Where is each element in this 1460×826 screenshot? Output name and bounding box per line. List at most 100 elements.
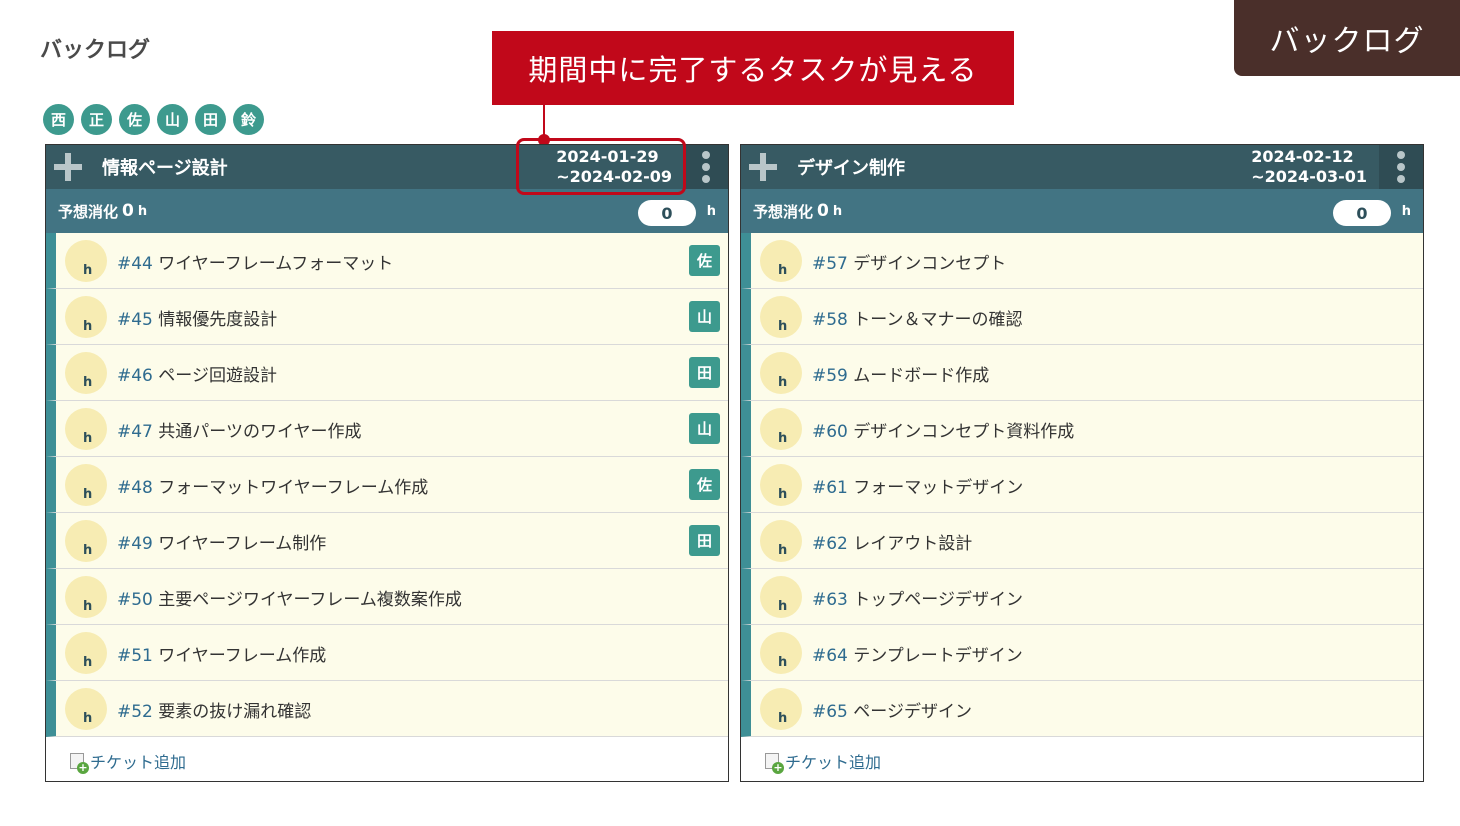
estimate-unit: h (832, 203, 843, 219)
ticket-row[interactable]: h #63 トップページデザイン (741, 569, 1423, 625)
hours-label: h (83, 431, 93, 446)
ticket-assignee[interactable]: 田 (689, 525, 720, 556)
hours-label: h (778, 487, 788, 502)
estimate-bar: 予想消化 0 h 0 h (46, 189, 728, 233)
ticket-id[interactable]: #57 (812, 254, 848, 274)
ticket-title: テンプレートデザイン (853, 646, 1023, 666)
ticket-row[interactable]: h #65 ページデザイン (741, 681, 1423, 737)
ticket-id[interactable]: #49 (117, 534, 153, 554)
ticket-row[interactable]: h #45 情報優先度設計 山 (46, 289, 728, 345)
ticket-row[interactable]: h #50 主要ページワイヤーフレーム複数案作成 (46, 569, 728, 625)
ticket-row[interactable]: h #58 トーン＆マナーの確認 (741, 289, 1423, 345)
estimate-value: 0 (122, 201, 134, 221)
vertical-dots-icon (1397, 151, 1405, 159)
ticket-id[interactable]: #48 (117, 478, 153, 498)
sprint-name[interactable]: 情報ページ設計 (102, 154, 556, 180)
hours-label: h (778, 711, 788, 726)
hours-label: h (778, 375, 788, 390)
estimate-input[interactable]: 0 (638, 200, 696, 226)
sprint-menu-button[interactable] (684, 145, 728, 189)
ticket-id[interactable]: #46 (117, 366, 153, 386)
add-ticket-link[interactable]: チケット追加 (741, 737, 1423, 785)
page-title: バックログ (40, 38, 151, 63)
hours-label: h (778, 431, 788, 446)
ticket-assignee[interactable]: 佐 (689, 245, 720, 276)
ticket-row[interactable]: h #57 デザインコンセプト (741, 233, 1423, 289)
ticket-title: ムードボード作成 (853, 366, 990, 386)
ticket-id[interactable]: #60 (812, 422, 848, 442)
ticket-row[interactable]: h #61 フォーマットデザイン (741, 457, 1423, 513)
document-add-icon (765, 753, 784, 774)
hours-label: h (83, 711, 93, 726)
date-highlight-frame (516, 138, 686, 195)
vertical-dots-icon (702, 151, 710, 159)
hours-label: h (778, 319, 788, 334)
ticket-id[interactable]: #61 (812, 478, 848, 498)
ticket-assignee[interactable]: 山 (689, 301, 720, 332)
ticket-row[interactable]: h #44 ワイヤーフレームフォーマット 佐 (46, 233, 728, 289)
ticket-id[interactable]: #58 (812, 310, 848, 330)
ticket-row[interactable]: h #52 要素の抜け漏れ確認 (46, 681, 728, 737)
ticket-row[interactable]: h #64 テンプレートデザイン (741, 625, 1423, 681)
ticket-title: 主要ページワイヤーフレーム複数案作成 (158, 590, 462, 610)
ticket-row[interactable]: h #51 ワイヤーフレーム作成 (46, 625, 728, 681)
corner-badge: バックログ (1234, 0, 1460, 76)
ticket-title: ワイヤーフレームフォーマット (158, 254, 394, 274)
ticket-id[interactable]: #44 (117, 254, 153, 274)
ticket-title: 要素の抜け漏れ確認 (158, 702, 312, 722)
ticket-id[interactable]: #64 (812, 646, 848, 666)
member-avatar[interactable]: 西 (43, 104, 74, 135)
ticket-row[interactable]: h #62 レイアウト設計 (741, 513, 1423, 569)
ticket-title: 情報優先度設計 (158, 310, 278, 330)
sprint-name[interactable]: デザイン制作 (797, 154, 1251, 180)
add-ticket-link[interactable]: チケット追加 (46, 737, 728, 785)
hours-label: h (778, 599, 788, 614)
ticket-row[interactable]: h #47 共通パーツのワイヤー作成 山 (46, 401, 728, 457)
ticket-id[interactable]: #50 (117, 590, 153, 610)
sprint-end-date: ~2024-03-01 (1251, 167, 1367, 186)
member-avatar[interactable]: 山 (157, 104, 188, 135)
ticket-title: ページデザイン (853, 702, 972, 722)
add-sprint-button[interactable] (741, 145, 785, 189)
member-avatar[interactable]: 田 (195, 104, 226, 135)
hours-label: h (83, 599, 93, 614)
add-sprint-button[interactable] (46, 145, 90, 189)
estimate-label: 予想消化 (58, 202, 119, 221)
ticket-title: レイアウト設計 (853, 534, 973, 554)
ticket-id[interactable]: #52 (117, 702, 153, 722)
ticket-id[interactable]: #59 (812, 366, 848, 386)
sprint-menu-button[interactable] (1379, 145, 1423, 189)
sprint-panel: デザイン制作 2024-02-12 ~2024-03-01 予想消化 0 h 0… (740, 144, 1424, 782)
ticket-title: ワイヤーフレーム作成 (158, 646, 327, 666)
ticket-id[interactable]: #62 (812, 534, 848, 554)
hours-label: h (778, 263, 788, 278)
add-ticket-label: チケット追加 (90, 753, 187, 772)
ticket-row[interactable]: h #48 フォーマットワイヤーフレーム作成 佐 (46, 457, 728, 513)
ticket-assignee[interactable]: 山 (689, 413, 720, 444)
ticket-title: フォーマットデザイン (853, 478, 1024, 498)
ticket-title: ワイヤーフレーム制作 (158, 534, 327, 554)
ticket-id[interactable]: #51 (117, 646, 153, 666)
ticket-row[interactable]: h #59 ムードボード作成 (741, 345, 1423, 401)
plus-icon (54, 153, 82, 181)
member-avatar[interactable]: 佐 (119, 104, 150, 135)
ticket-row[interactable]: h #46 ページ回遊設計 田 (46, 345, 728, 401)
ticket-assignee[interactable]: 田 (689, 357, 720, 388)
ticket-row[interactable]: h #49 ワイヤーフレーム制作 田 (46, 513, 728, 569)
sprint-start-date: 2024-02-12 (1251, 147, 1354, 166)
ticket-id[interactable]: #63 (812, 590, 848, 610)
ticket-row[interactable]: h #60 デザインコンセプト資料作成 (741, 401, 1423, 457)
estimate-input[interactable]: 0 (1333, 200, 1391, 226)
ticket-id[interactable]: #65 (812, 702, 848, 722)
hours-label: h (778, 655, 788, 670)
estimate-unit: h (137, 203, 148, 219)
member-avatar[interactable]: 正 (81, 104, 112, 135)
ticket-id[interactable]: #47 (117, 422, 153, 442)
ticket-assignee[interactable]: 佐 (689, 469, 720, 500)
plus-icon (749, 153, 777, 181)
member-avatar[interactable]: 鈴 (233, 104, 264, 135)
ticket-title: デザインコンセプト (853, 254, 1007, 274)
hours-label: h (83, 319, 93, 334)
estimate-bar: 予想消化 0 h 0 h (741, 189, 1423, 233)
ticket-id[interactable]: #45 (117, 310, 153, 330)
